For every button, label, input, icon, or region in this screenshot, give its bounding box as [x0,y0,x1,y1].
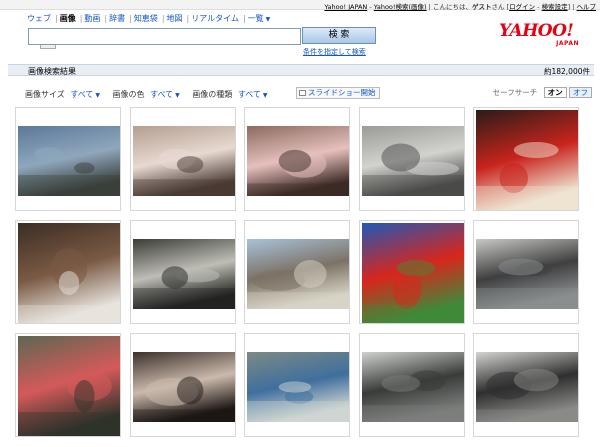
nav-item[interactable]: 一覧 [248,14,271,23]
image-result-cell[interactable] [473,220,579,324]
nav-separator: | [55,14,58,23]
image-type-label: 画像の種類 [192,90,233,99]
slideshow-button[interactable]: スライドショー開始 [296,87,380,99]
cherry-blossom-branch-thumbnail[interactable] [133,126,235,196]
help-divider: | [572,3,575,11]
winter-campsite-thumbnail[interactable] [362,126,464,196]
image-result-cell[interactable] [244,107,350,211]
safesearch-label: セーフサーチ [492,88,538,97]
train-station-bw-thumbnail[interactable] [476,352,578,422]
nav-item[interactable]: 動画 [84,14,100,23]
nav-separator: | [161,14,165,23]
nav-item[interactable]: 辞書 [109,14,125,23]
image-result-cell[interactable] [473,333,579,437]
image-result-cell[interactable] [15,107,121,211]
search-button[interactable]: 検 索 [302,27,376,44]
stadium-sky-thumbnail[interactable] [18,126,120,196]
red-hibiscus-blue-sky-thumbnail[interactable] [362,223,464,323]
keyboard-tab-handle[interactable] [40,45,56,49]
image-color-dropdown[interactable]: すべて [150,90,180,99]
pink-sakura-closeup-thumbnail[interactable] [247,126,349,196]
blue-tents-thumbnail[interactable] [247,352,349,422]
nav-item[interactable]: 画像 [60,14,76,23]
bare-trees-thumbnail[interactable] [362,352,464,422]
safesearch-on-button[interactable]: オン [543,87,567,98]
greeting-text: こんにちは、 [432,3,472,11]
login-dash: - [537,3,540,11]
nav-item[interactable]: リアルタイム [191,14,239,23]
image-result-cell[interactable] [473,107,579,211]
safesearch-control: セーフサーチ オン オフ [493,87,592,98]
image-result-cell[interactable] [359,107,465,211]
nav-separator: | [79,14,83,23]
stone-monument-thumbnail[interactable] [133,239,235,309]
image-size-label: 画像サイズ [25,90,65,99]
yahoo-search-link[interactable]: Yahoo!検索(画像) [374,3,427,11]
yahoo-japan-link[interactable]: Yahoo! JAPAN [324,3,367,11]
image-result-cell[interactable] [15,333,121,437]
faded-red-flower-thumbnail[interactable] [18,336,120,436]
logo-japan: JAPAN [556,40,579,47]
cat-on-leaves-thumbnail[interactable] [18,223,120,323]
vertical-nav: ウェブ | 画像 | 動画 | 辞書 | 知恵袋 | 地図 | リアルタイム | 一覧 [27,13,272,24]
nav-separator: | [242,14,246,23]
yahoo-logo[interactable]: YAHOO! JAPAN [499,21,591,48]
advanced-search-link[interactable]: 条件を指定して検索 [303,47,366,57]
results-count: 約182,000件 [543,67,590,76]
beach-horizon-thumbnail[interactable] [247,239,349,309]
filter-bar: 画像サイズ すべて 画像の色 すべて 画像の種類 すべて [25,89,277,100]
nav-separator: | [186,14,190,23]
image-result-cell[interactable] [359,333,465,437]
image-result-cell[interactable] [244,220,350,324]
image-type-dropdown[interactable]: すべて [238,90,268,99]
search-input[interactable] [29,29,300,44]
nav-item[interactable]: 地図 [167,14,183,23]
top-utility-bar: Yahoo! JAPAN - Yahoo!検索(画像) | こんにちは、ゲストさ… [0,0,600,11]
image-result-cell[interactable] [130,220,236,324]
top-separator: - [369,3,372,11]
san-text: さん [491,3,505,11]
nav-separator: | [129,14,132,23]
red-chairs-thumbnail[interactable] [476,110,578,210]
train-platform-thumbnail[interactable] [476,239,578,309]
image-result-cell[interactable] [130,333,236,437]
image-result-cell[interactable] [130,107,236,211]
results-header: 画像検索結果 約182,000件 [8,64,594,76]
top-divider: | [428,3,431,11]
bracket-close: ] [567,3,571,11]
nav-item[interactable]: ウェブ [27,14,51,23]
image-result-cell[interactable] [244,333,350,437]
login-link[interactable]: ログイン [509,3,535,11]
image-result-cell[interactable] [359,220,465,324]
nav-separator: | [104,14,108,23]
slideshow-icon [299,90,306,96]
slideshow-label: スライドショー開始 [308,88,376,97]
nav-item[interactable]: 知恵袋 [134,14,158,23]
image-result-cell[interactable] [15,220,121,324]
logo-wordmark: YAHOO! [499,21,574,41]
image-size-dropdown[interactable]: すべて [70,90,100,99]
results-title: 画像検索結果 [28,67,76,76]
top-links: Yahoo! JAPAN - Yahoo!検索(画像) | こんにちは、ゲストさ… [324,1,596,11]
image-color-label: 画像の色 [112,90,145,99]
safesearch-off-button[interactable]: オフ [569,87,592,98]
cherry-tree-dark-thumbnail[interactable] [133,352,235,422]
help-link[interactable]: ヘルプ [577,3,597,11]
search-settings-link[interactable]: 検索設定 [542,3,568,11]
search-box [28,28,301,45]
guest-name: ゲスト [471,3,492,11]
